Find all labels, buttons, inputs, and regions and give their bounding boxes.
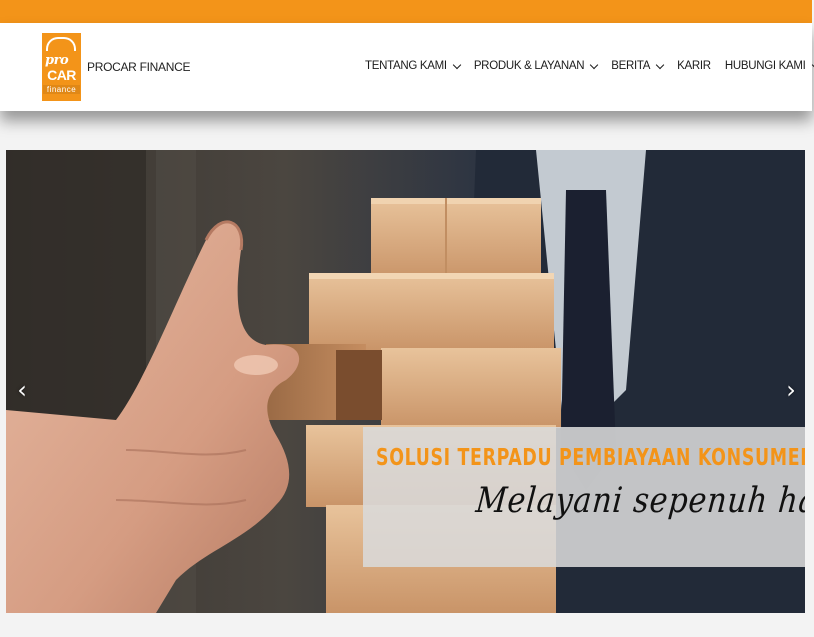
chevron-down-icon — [655, 60, 665, 69]
hero-caption-box: SOLUSI TERPADU PEMBIAYAAN KONSUMEN Melay… — [363, 427, 805, 567]
hero-headline: SOLUSI TERPADU PEMBIAYAAN KONSUMEN — [376, 445, 805, 471]
logo-text-pro: pro — [45, 53, 69, 68]
nav-item-label: TENTANG KAMI — [365, 60, 447, 72]
logo-car-roof-shape — [46, 37, 76, 51]
brand-logo-icon: pro CAR finance — [42, 33, 81, 101]
nav-item-label: HUBUNGI KAMI — [724, 60, 806, 72]
hero-slider: ‹ › SOLUSI TERPADU PEMBIAYAAN KONSUMEN M… — [6, 150, 805, 613]
chevron-down-icon — [452, 60, 462, 69]
slider-next-button[interactable]: › — [781, 375, 801, 405]
nav-item-tentang-kami[interactable]: TENTANG KAMI — [365, 60, 462, 72]
logo-text-finance: finance — [43, 85, 80, 94]
logo-text-car: CAR — [47, 67, 76, 83]
nav-item-label: BERITA — [611, 60, 651, 72]
nav-item-label: PRODUK & LAYANAN — [473, 60, 585, 72]
brand-name: PROCAR FINANCE — [87, 60, 191, 74]
nav-item-karir[interactable]: KARIR — [677, 60, 711, 72]
hero-tagline: Melayani sepenuh hati — [474, 481, 805, 521]
nav-item-produk-layanan[interactable]: PRODUK & LAYANAN — [473, 60, 599, 72]
chevron-down-icon — [590, 60, 599, 69]
nav-item-label: KARIR — [677, 60, 711, 72]
slider-prev-button[interactable]: ‹ — [12, 375, 32, 405]
nav-item-hubungi-kami[interactable]: HUBUNGI KAMI — [725, 60, 814, 72]
brand-logo-link[interactable]: pro CAR finance PROCAR FINANCE — [42, 33, 190, 101]
top-accent-bar — [0, 0, 812, 23]
site-header: pro CAR finance PROCAR FINANCE TENTANG K… — [0, 23, 814, 111]
main-nav: TENTANG KAMI PRODUK & LAYANAN BERITA KAR… — [365, 60, 814, 72]
nav-item-berita[interactable]: BERITA — [611, 60, 665, 72]
